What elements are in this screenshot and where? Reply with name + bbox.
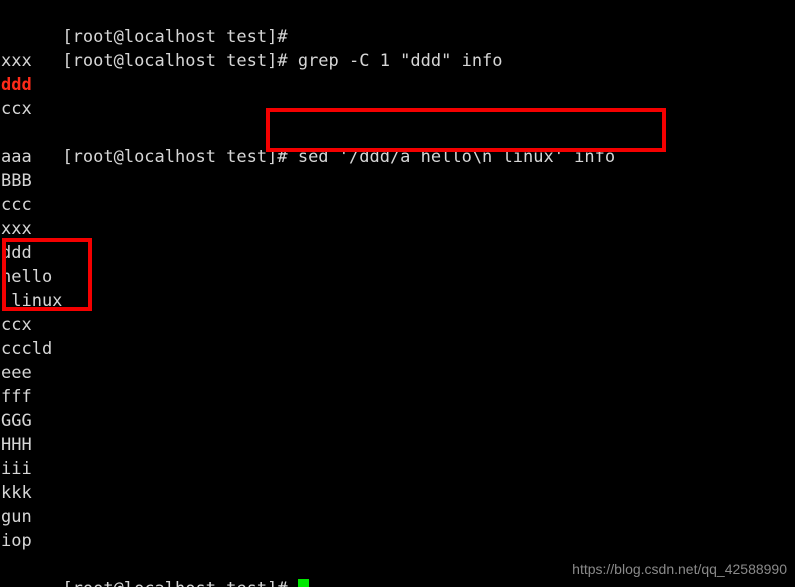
terminal-output-line: HHH [1, 435, 32, 455]
terminal-output-line: ddd [1, 243, 32, 263]
terminal-screen: [root@localhost test]# [root@localhost t… [0, 0, 615, 587]
terminal-output-line: ddd [1, 73, 615, 97]
terminal-output-line: ccx [1, 315, 32, 335]
shell-prompt: [root@localhost test]# [62, 51, 288, 71]
terminal-output-line: xxx [1, 219, 32, 239]
terminal-output-line: GGG [1, 411, 32, 431]
shell-prompt: [root@localhost test]# [62, 27, 288, 47]
terminal-output-line: linux [1, 291, 63, 311]
terminal-line: [root@localhost test]# sed '/ddd/a hello… [1, 121, 615, 167]
terminal-output-line: eee [1, 363, 32, 383]
terminal-window[interactable]: [root@localhost test]# [root@localhost t… [0, 0, 795, 587]
grep-command: grep -C 1 "ddd" info [287, 51, 503, 71]
shell-prompt: [root@localhost test]# [62, 147, 288, 167]
terminal-output-line: kkk [1, 483, 32, 503]
terminal-output-line: ccx [1, 99, 32, 119]
terminal-input-line[interactable]: [root@localhost test]# [1, 553, 615, 587]
terminal-output-line: gun [1, 507, 32, 527]
terminal-output-line: ccc [1, 195, 32, 215]
terminal-output-line: iii [1, 459, 32, 479]
shell-prompt: [root@localhost test]# [62, 579, 287, 587]
watermark: https://blog.csdn.net/qq_42588990 [572, 561, 787, 577]
terminal-output-line: iop [1, 531, 32, 551]
terminal-output-line: hello [1, 267, 53, 287]
sed-command: sed '/ddd/a hello\n linux' info [287, 147, 616, 167]
terminal-output-line: cccld [1, 339, 53, 359]
terminal-output-line: fff [1, 387, 32, 407]
shell-command [288, 579, 298, 587]
grep-match-highlight: ddd [1, 75, 32, 95]
text-cursor [297, 579, 309, 587]
terminal-line: [root@localhost test]# [1, 1, 615, 47]
terminal-output-line: BBB [1, 171, 32, 191]
